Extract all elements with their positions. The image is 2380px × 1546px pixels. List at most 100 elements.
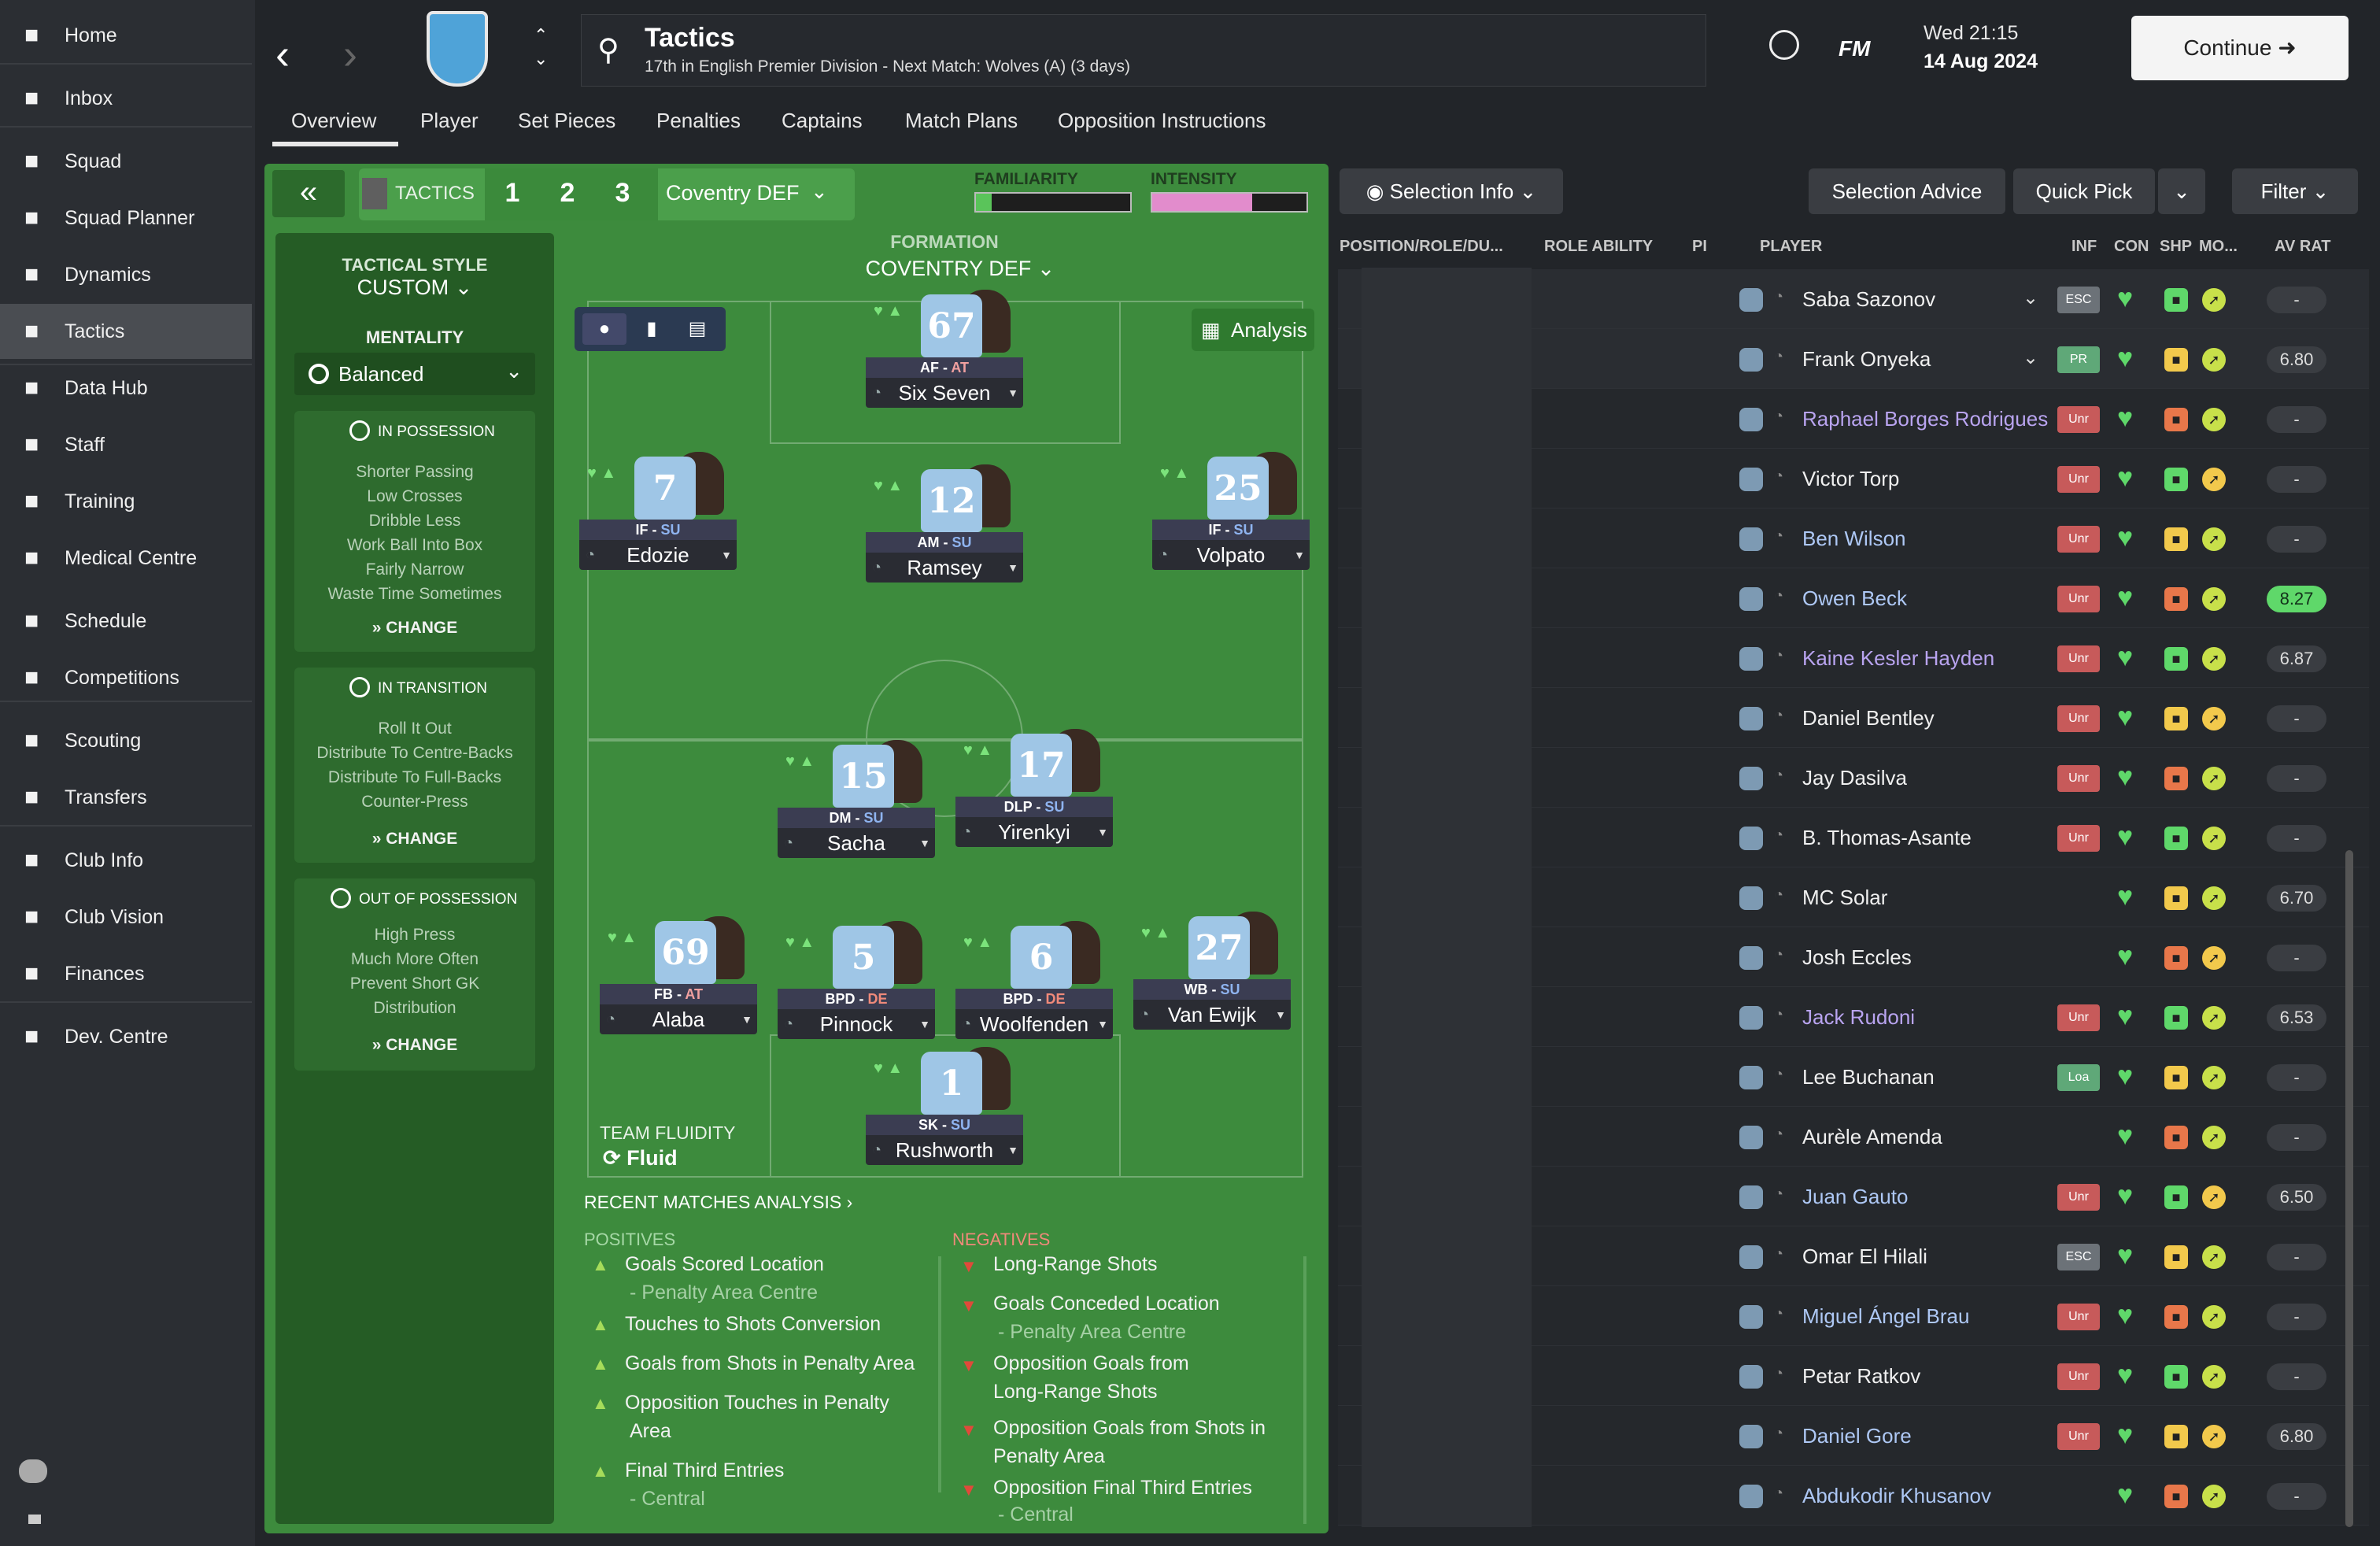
- tab-set-pieces[interactable]: Set Pieces: [518, 109, 615, 133]
- sidebar-item-staff[interactable]: ■ Staff: [0, 417, 252, 472]
- player-name-link[interactable]: Miguel Ángel Brau: [1802, 1286, 1969, 1346]
- player-name-link[interactable]: Jack Rudoni: [1802, 987, 1915, 1047]
- in-transition-change-button[interactable]: » CHANGE: [294, 830, 535, 849]
- sidebar-item-transfers[interactable]: ■ Transfers: [0, 770, 252, 825]
- sidebar-item-squad-planner[interactable]: ■ Squad Planner: [0, 190, 252, 246]
- player-name-link[interactable]: MC Solar: [1802, 867, 1887, 927]
- column-header[interactable]: SHP: [2160, 238, 2192, 256]
- player-name-link[interactable]: Ben Wilson: [1802, 509, 1906, 568]
- player-name-dropdown[interactable]: ◔ Yirenkyi ▼: [955, 817, 1113, 847]
- player-name-link[interactable]: Daniel Gore: [1802, 1406, 1912, 1466]
- club-switch-icon[interactable]: ⌃ ⌄: [534, 24, 548, 71]
- player-card[interactable]: 69 ♥ ▲ FB - AT ◔ Alaba ▼: [600, 916, 757, 1039]
- player-name-dropdown[interactable]: ◔ Edozie ▼: [579, 540, 737, 570]
- column-header[interactable]: CON: [2114, 238, 2149, 256]
- player-name-link[interactable]: Victor Torp: [1802, 449, 1899, 509]
- club-badge[interactable]: [427, 11, 488, 87]
- sidebar-item-tactics[interactable]: ■ Tactics: [0, 304, 252, 359]
- player-name-link[interactable]: Abdukodir Khusanov: [1802, 1466, 1991, 1526]
- tab-penalties[interactable]: Penalties: [656, 109, 741, 133]
- sidebar-item-squad[interactable]: ■ Squad: [0, 134, 252, 189]
- sidebar-item-club-vision[interactable]: ■ Club Vision: [0, 890, 252, 945]
- player-card[interactable]: 5 ♥ ▲ BPD - DE ◔ Pinnock ▼: [778, 921, 935, 1044]
- player-name-dropdown[interactable]: ◔ Pinnock ▼: [778, 1009, 935, 1039]
- in-possession-change-button[interactable]: » CHANGE: [294, 619, 535, 638]
- selection-info-dropdown[interactable]: ◉ Selection Info ⌄: [1340, 168, 1563, 214]
- role-duty-tag[interactable]: BPD - DE: [955, 989, 1113, 1009]
- out-of-possession-change-button[interactable]: » CHANGE: [294, 1036, 535, 1055]
- sidebar-item-data-hub[interactable]: ■ Data Hub: [0, 361, 252, 416]
- player-name-link[interactable]: Josh Eccles: [1802, 927, 1912, 987]
- column-header[interactable]: ROLE ABILITY: [1544, 238, 1653, 256]
- player-card[interactable]: 27 ♥ ▲ WB - SU ◔ Van Ewijk ▼: [1133, 912, 1291, 1034]
- player-name-link[interactable]: Lee Buchanan: [1802, 1047, 1935, 1107]
- chevron-down-icon[interactable]: ⌄: [2023, 287, 2038, 309]
- tab-opposition-instructions[interactable]: Opposition Instructions: [1058, 109, 1266, 133]
- sidebar-item-schedule[interactable]: ■ Schedule: [0, 594, 252, 649]
- tactic-slot-2[interactable]: 2: [540, 178, 595, 209]
- player-view-icon[interactable]: ●: [582, 313, 626, 345]
- player-name-link[interactable]: B. Thomas-Asante: [1802, 808, 1972, 867]
- tab-captains[interactable]: Captains: [782, 109, 863, 133]
- role-duty-tag[interactable]: IF - SU: [579, 520, 737, 540]
- sidebar-item-inbox[interactable]: ■ Inbox: [0, 71, 252, 126]
- sidebar-item-scouting[interactable]: ■ Scouting: [0, 713, 252, 768]
- player-name-dropdown[interactable]: ◔ Six Seven ▼: [866, 378, 1023, 408]
- sidebar-item-competitions[interactable]: ■ Competitions: [0, 650, 252, 705]
- player-card[interactable]: 1 ♥ ▲ SK - SU ◔ Rushworth ▼: [866, 1047, 1023, 1170]
- column-header[interactable]: POSITION/ROLE/DU...: [1340, 238, 1503, 256]
- player-name-link[interactable]: Juan Gauto: [1802, 1167, 1908, 1226]
- player-card[interactable]: 25 ♥ ▲ IF - SU ◔ Volpato ▼: [1152, 452, 1310, 575]
- continue-button[interactable]: Continue ➜: [2131, 16, 2349, 80]
- role-duty-tag[interactable]: BPD - DE: [778, 989, 935, 1009]
- role-duty-tag[interactable]: DM - SU: [778, 808, 935, 828]
- player-card[interactable]: 7 ♥ ▲ IF - SU ◔ Edozie ▼: [579, 452, 737, 575]
- chevron-down-icon[interactable]: ⌄: [811, 179, 828, 204]
- sidebar-item-dynamics[interactable]: ■ Dynamics: [0, 247, 252, 302]
- column-header[interactable]: PLAYER: [1760, 238, 1822, 256]
- globe-icon[interactable]: [1769, 30, 1799, 60]
- player-name-dropdown[interactable]: ◔ Rushworth ▼: [866, 1135, 1023, 1165]
- player-name-dropdown[interactable]: ◔ Volpato ▼: [1152, 540, 1310, 570]
- player-name-dropdown[interactable]: ◔ Woolfenden ▼: [955, 1009, 1113, 1039]
- column-header[interactable]: AV RAT: [2275, 238, 2330, 256]
- role-duty-tag[interactable]: WB - SU: [1133, 979, 1291, 1000]
- player-name-link[interactable]: Raphael Borges Rodrigues: [1802, 389, 2048, 449]
- sidebar-item-dev-centre[interactable]: ■ Dev. Centre: [0, 1009, 252, 1064]
- sidebar-item-finances[interactable]: ■ Finances: [0, 946, 252, 1001]
- recent-matches-link[interactable]: RECENT MATCHES ANALYSIS ›: [584, 1192, 852, 1213]
- chart-view-icon[interactable]: ▮: [630, 313, 674, 345]
- formation-dropdown[interactable]: COVENTRY DEF ⌄: [826, 257, 1094, 281]
- player-card[interactable]: 6 ♥ ▲ BPD - DE ◔ Woolfenden ▼: [955, 921, 1113, 1044]
- player-name-link[interactable]: Petar Ratkov: [1802, 1346, 1920, 1406]
- scrollbar[interactable]: [2345, 850, 2353, 1527]
- collapse-icon[interactable]: «: [272, 170, 345, 217]
- role-duty-tag[interactable]: AM - SU: [866, 532, 1023, 553]
- tab-player[interactable]: Player: [420, 109, 479, 133]
- role-duty-tag[interactable]: DLP - SU: [955, 797, 1113, 817]
- quick-pick-button[interactable]: Quick Pick: [2013, 168, 2155, 214]
- tactical-style-dropdown[interactable]: CUSTOM ⌄: [275, 276, 554, 300]
- sidebar-item-training[interactable]: ■ Training: [0, 474, 252, 529]
- tab-match-plans[interactable]: Match Plans: [905, 109, 1018, 133]
- column-header[interactable]: INF: [2071, 238, 2097, 256]
- analysis-button[interactable]: ▦ Analysis: [1192, 309, 1314, 351]
- player-card[interactable]: 15 ♥ ▲ DM - SU ◔ Sacha ▼: [778, 740, 935, 863]
- role-duty-tag[interactable]: AF - AT: [866, 357, 1023, 378]
- tactic-slot-1[interactable]: 1: [485, 178, 540, 209]
- role-duty-tag[interactable]: FB - AT: [600, 984, 757, 1004]
- player-name-link[interactable]: Omar El Hilali: [1802, 1226, 1927, 1286]
- player-name-dropdown[interactable]: ◔ Sacha ▼: [778, 828, 935, 858]
- column-header[interactable]: PI: [1692, 238, 1707, 256]
- scrollbar[interactable]: [1303, 1256, 1306, 1524]
- role-duty-tag[interactable]: SK - SU: [866, 1115, 1023, 1135]
- player-card[interactable]: 67 ♥ ▲ AF - AT ◔ Six Seven ▼: [866, 290, 1023, 412]
- player-name-dropdown[interactable]: ◔ Van Ewijk ▼: [1133, 1000, 1291, 1030]
- column-header[interactable]: MO...: [2199, 238, 2238, 256]
- forward-icon[interactable]: ›: [343, 30, 357, 79]
- player-name-link[interactable]: Owen Beck: [1802, 568, 1907, 628]
- player-name-link[interactable]: Jay Dasilva: [1802, 748, 1907, 808]
- tactic-name-dropdown[interactable]: Coventry DEF: [666, 181, 800, 205]
- back-icon[interactable]: ‹: [275, 30, 290, 79]
- status-icon[interactable]: [28, 1515, 41, 1524]
